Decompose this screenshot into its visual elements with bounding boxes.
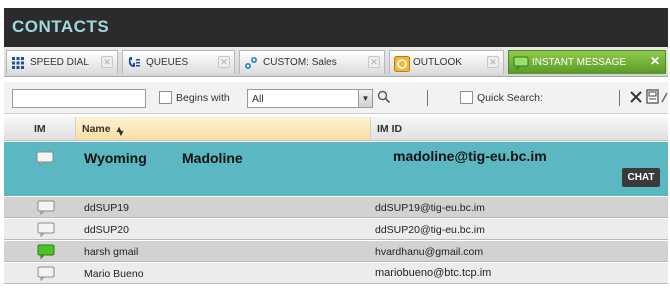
contact-first-name: Wyoming xyxy=(84,150,147,166)
contact-name: Mario Bueno xyxy=(84,268,144,280)
contact-last-name: Madoline xyxy=(182,150,243,166)
panel-title: CONTACTS xyxy=(12,17,110,36)
tab-label: SPEED DIAL xyxy=(30,57,89,68)
begins-with-checkbox[interactable] xyxy=(159,91,172,104)
close-tab-icon[interactable]: ✕ xyxy=(218,56,230,68)
column-header-name-label: Name xyxy=(82,123,111,135)
contact-im-id: mariobueno@btc.tcp.im xyxy=(375,267,492,279)
clear-search-icon[interactable] xyxy=(630,90,642,107)
close-tab-icon[interactable]: ✕ xyxy=(649,55,661,68)
tab-label: OUTLOOK xyxy=(413,57,462,68)
column-header-im-id[interactable]: IM ID xyxy=(371,117,668,140)
selected-contact-row[interactable]: Wyoming Madoline madoline@tig-eu.bc.im C… xyxy=(4,142,668,196)
chevron-down-icon[interactable]: ▼ xyxy=(358,90,372,107)
chat-button[interactable]: CHAT xyxy=(622,168,660,187)
edit-icon[interactable] xyxy=(661,91,668,106)
offline-status-icon xyxy=(37,200,55,219)
contact-im-id: ddSUP20@tig-eu.bc.im xyxy=(375,224,485,236)
export-icon[interactable] xyxy=(646,89,660,108)
search-input[interactable] xyxy=(12,89,146,108)
contacts-grid-header: IM Name ▲▼ IM ID xyxy=(4,117,668,141)
tab-outlook[interactable]: OUTLOOK ✕ xyxy=(389,50,504,74)
tab-label: CUSTOM: Sales xyxy=(263,57,337,68)
offline-status-icon xyxy=(37,266,55,285)
offline-status-icon xyxy=(36,151,54,170)
quick-search-option[interactable]: Quick Search: xyxy=(460,91,543,104)
search-icon[interactable] xyxy=(377,90,391,107)
contact-im-id: ddSUP19@tig-eu.bc.im xyxy=(375,202,485,214)
begins-with-label: Begins with xyxy=(176,91,230,104)
contact-name: ddSUP20 xyxy=(84,224,129,236)
column-header-name[interactable]: Name ▲▼ xyxy=(76,117,371,140)
close-tab-icon[interactable]: ✕ xyxy=(101,56,113,68)
close-tab-icon[interactable]: ✕ xyxy=(487,56,499,68)
table-row[interactable]: ddSUP19 ddSUP19@tig-eu.bc.im xyxy=(4,197,668,218)
filter-select-value: All xyxy=(252,93,264,105)
search-toolbar: Begins with All ▼ Quick Search: xyxy=(4,82,668,114)
quick-search-checkbox[interactable] xyxy=(460,91,473,104)
contact-im-id: madoline@tig-eu.bc.im xyxy=(393,148,547,164)
contact-im-id: hvardhanu@gmail.com xyxy=(375,246,484,258)
tab-custom-sales[interactable]: CUSTOM: Sales ✕ xyxy=(239,50,385,74)
tab-instant-message[interactable]: INSTANT MESSAGE ✕ xyxy=(508,50,666,74)
offline-status-icon xyxy=(37,222,55,241)
toolbar-divider xyxy=(427,90,428,106)
table-row[interactable]: ddSUP20 ddSUP20@tig-eu.bc.im xyxy=(4,219,668,240)
online-status-icon xyxy=(37,244,55,263)
instant-message-icon xyxy=(513,56,529,70)
sort-icon: ▲▼ xyxy=(114,124,126,138)
toolbar-divider xyxy=(619,90,620,106)
begins-with-option[interactable]: Begins with xyxy=(159,91,230,104)
speed-dial-grid-icon xyxy=(11,56,25,70)
filter-select[interactable]: All ▼ xyxy=(247,89,373,108)
tab-queues[interactable]: QUEUES ✕ xyxy=(122,50,235,74)
tab-label: INSTANT MESSAGE xyxy=(532,57,627,68)
contacts-header: CONTACTS xyxy=(4,8,668,47)
quick-search-label: Quick Search: xyxy=(477,91,543,104)
column-header-im[interactable]: IM xyxy=(4,117,76,140)
custom-group-icon xyxy=(244,56,258,70)
tab-label: QUEUES xyxy=(146,57,189,68)
close-tab-icon[interactable]: ✕ xyxy=(368,56,380,68)
table-row[interactable]: Mario Bueno mariobueno@btc.tcp.im xyxy=(4,263,668,284)
queue-icon xyxy=(127,56,141,70)
contact-name: harsh gmail xyxy=(84,246,139,258)
tab-speed-dial[interactable]: SPEED DIAL ✕ xyxy=(6,50,118,74)
outlook-icon xyxy=(394,55,410,72)
contact-name: ddSUP19 xyxy=(84,202,129,214)
table-row[interactable]: harsh gmail hvardhanu@gmail.com xyxy=(4,241,668,262)
tab-strip: SPEED DIAL ✕ QUEUES ✕ CUSTOM: Sales ✕ OU… xyxy=(4,47,668,77)
